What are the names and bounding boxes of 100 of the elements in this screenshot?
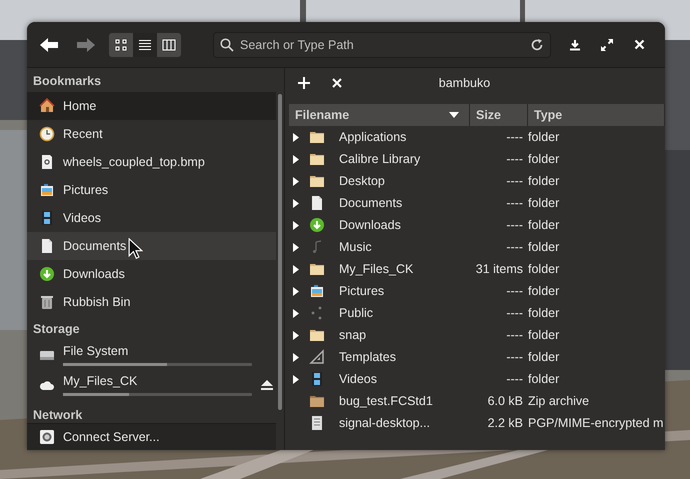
- expand-arrow-icon[interactable]: [293, 132, 299, 142]
- sidebar-item[interactable]: Rubbish Bin: [27, 288, 276, 316]
- column-header[interactable]: Size: [470, 104, 528, 126]
- expand-arrow-icon[interactable]: [293, 330, 299, 340]
- file-name[interactable]: Downloads: [339, 218, 401, 232]
- file-type: folder: [528, 240, 560, 254]
- sidebar-item[interactable]: Home: [27, 92, 276, 120]
- sidebar-item[interactable]: My_Files_CK: [63, 374, 138, 389]
- file-name[interactable]: Desktop: [339, 174, 385, 188]
- file-type: folder: [528, 306, 560, 320]
- expand-arrow-icon[interactable]: [293, 374, 299, 384]
- file-size: 6.0 kB: [488, 394, 523, 408]
- tab[interactable]: bambuko: [432, 76, 496, 90]
- file-name[interactable]: Documents: [339, 196, 402, 210]
- file-name[interactable]: Templates: [339, 350, 396, 364]
- sidebar-item[interactable]: wheels_coupled_top.bmp: [27, 148, 276, 176]
- sidebar-item[interactable]: Videos: [27, 204, 276, 232]
- close-icon: [332, 78, 342, 88]
- grid-view-button[interactable]: [109, 32, 133, 56]
- folder-icon: [309, 261, 325, 277]
- expand-arrow-icon[interactable]: [293, 264, 299, 274]
- sort-arrow-icon: [449, 112, 459, 118]
- archive-icon: [309, 393, 325, 409]
- file-name[interactable]: Pictures: [339, 284, 384, 298]
- file-size: ----: [506, 328, 523, 342]
- download-icon: [39, 266, 55, 282]
- expand-arrow-icon[interactable]: [293, 286, 299, 296]
- expand-arrow-icon[interactable]: [293, 220, 299, 230]
- expand-arrow-icon[interactable]: [293, 198, 299, 208]
- close-icon: [634, 39, 644, 50]
- file-type: folder: [528, 350, 560, 364]
- list-view-button[interactable]: [133, 32, 157, 56]
- file-size: 31 items: [476, 262, 523, 276]
- file-name[interactable]: signal-desktop...: [339, 416, 430, 430]
- search-icon: [220, 38, 234, 52]
- file-name[interactable]: My_Files_CK: [339, 262, 414, 276]
- expand-arrow-icon[interactable]: [293, 308, 299, 318]
- section-header: Storage: [32, 321, 81, 338]
- reload-icon[interactable]: [530, 38, 544, 52]
- file-name[interactable]: Applications: [339, 130, 406, 144]
- expand-arrow-icon[interactable]: [293, 176, 299, 186]
- file-type: Zip archive: [528, 394, 590, 408]
- sidebar-item[interactable]: Downloads: [27, 260, 276, 288]
- file-type: folder: [528, 328, 560, 342]
- file-type: folder: [528, 218, 560, 232]
- plus-icon: [298, 77, 310, 89]
- expand-arrow-icon[interactable]: [293, 352, 299, 362]
- file-size: ----: [506, 284, 523, 298]
- file-name[interactable]: Videos: [339, 372, 377, 386]
- file-size: ----: [506, 240, 523, 254]
- file-icon: [39, 154, 55, 170]
- maximize-icon: [600, 38, 614, 52]
- file-type: folder: [528, 372, 560, 386]
- clock-icon: [39, 126, 55, 142]
- forward-arrow-icon: [76, 36, 96, 52]
- film-icon: [309, 371, 325, 387]
- pictures-icon: [309, 283, 325, 299]
- file-type: folder: [528, 196, 560, 210]
- search-field[interactable]: Search or Type Path: [240, 38, 524, 52]
- sidebar-item[interactable]: Recent: [27, 120, 276, 148]
- document-icon: [39, 238, 55, 254]
- expand-arrow-icon[interactable]: [293, 154, 299, 164]
- column-header[interactable]: Filename: [289, 104, 470, 126]
- download-icon: [569, 38, 581, 50]
- file-size: ----: [506, 218, 523, 232]
- file-size: ----: [506, 130, 523, 144]
- connect-server-button[interactable]: Connect Server...: [27, 423, 276, 450]
- search-bar[interactable]: Search or Type Path: [213, 32, 551, 58]
- download-icon: [309, 217, 325, 233]
- column-header[interactable]: Type: [528, 104, 665, 126]
- folder-icon: [309, 151, 325, 167]
- pictures-icon: [39, 182, 55, 198]
- eject-icon[interactable]: [260, 379, 274, 391]
- file-type: PGP/MIME-encrypted m: [528, 416, 664, 430]
- file-size: ----: [506, 306, 523, 320]
- house-icon: [39, 98, 55, 114]
- back-arrow-icon: [39, 36, 59, 52]
- sidebar-item[interactable]: Documents: [27, 232, 276, 260]
- file-type: folder: [528, 262, 560, 276]
- section-header: Bookmarks: [32, 73, 102, 90]
- section-header: Network: [32, 407, 84, 423]
- document-icon: [309, 195, 325, 211]
- server-icon: [39, 429, 55, 445]
- new-tab-button[interactable]: [297, 76, 311, 90]
- file-size: ----: [506, 350, 523, 364]
- sidebar-item[interactable]: Pictures: [27, 176, 276, 204]
- file-name[interactable]: Music: [339, 240, 372, 254]
- columns-icon: [161, 36, 177, 52]
- file-name[interactable]: Calibre Library: [339, 152, 420, 166]
- file-name[interactable]: snap: [339, 328, 366, 342]
- sidebar-item[interactable]: File System: [63, 344, 128, 359]
- film-icon: [39, 210, 55, 226]
- file-type: folder: [528, 130, 560, 144]
- file-name[interactable]: bug_test.FCStd1: [339, 394, 433, 408]
- column-view-button[interactable]: [157, 32, 181, 56]
- expand-arrow-icon[interactable]: [293, 242, 299, 252]
- file-name[interactable]: Public: [339, 306, 374, 320]
- close-tab-button[interactable]: [330, 76, 344, 90]
- folder-icon: [309, 173, 325, 189]
- text-file-icon: [309, 415, 325, 431]
